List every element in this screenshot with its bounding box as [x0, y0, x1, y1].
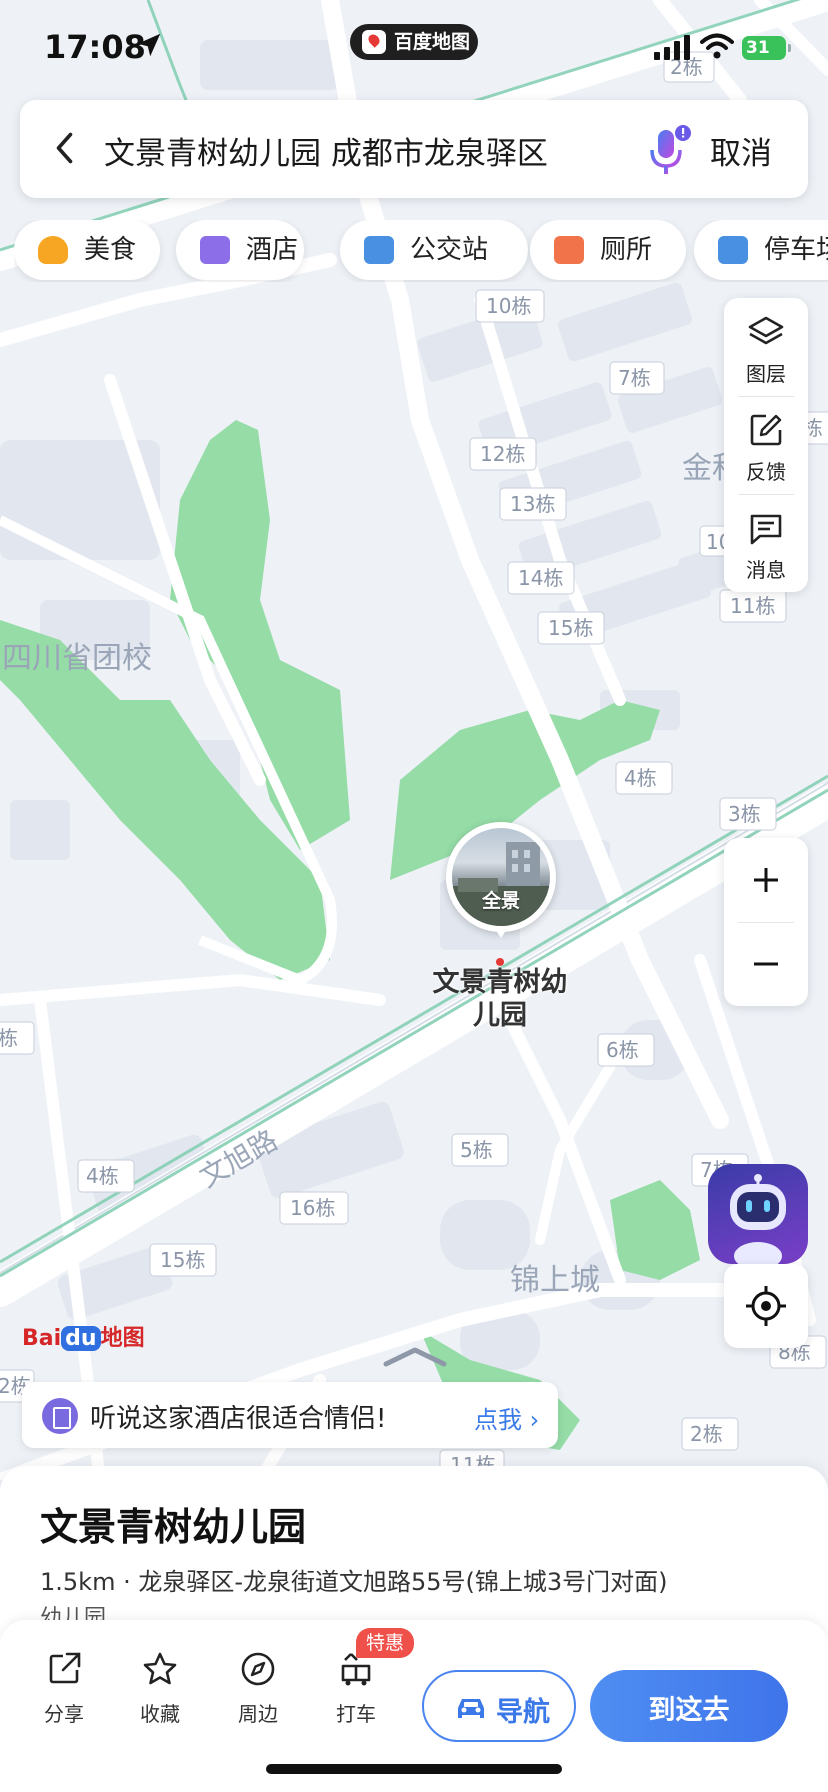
promo-banner[interactable]: 听说这家酒店很适合情侣! 点我 › — [22, 1382, 558, 1448]
location-arrow-icon — [137, 33, 161, 57]
svg-text:16栋: 16栋 — [290, 1196, 335, 1220]
panorama-thumbnail[interactable]: 全景 — [446, 822, 556, 938]
chip-parking[interactable]: 停车场 — [694, 220, 828, 280]
discount-badge: 特惠 — [356, 1628, 415, 1658]
plus-icon — [754, 868, 778, 892]
message-icon — [750, 514, 782, 545]
svg-text:15栋: 15栋 — [548, 616, 593, 640]
car-icon — [458, 1699, 484, 1718]
app-brand-pill: 百度地图 — [350, 24, 478, 60]
building-label: 3栋 — [719, 797, 777, 831]
place-title: 文景青树幼儿园 — [40, 1505, 307, 1549]
svg-text:3栋: 3栋 — [728, 802, 761, 826]
star-icon — [143, 1652, 177, 1685]
signal-icon — [654, 35, 690, 60]
food-icon — [38, 236, 68, 264]
layers-button[interactable]: 图层 — [724, 298, 808, 394]
svg-text:4栋: 4栋 — [86, 1164, 119, 1188]
share-button[interactable]: 分享 — [22, 1650, 106, 1727]
ai-assistant-button[interactable] — [708, 1164, 808, 1264]
status-bar: 17:08 百度地图 31 — [0, 0, 828, 92]
category-chips: 美食 酒店 公交站 厕所 停车场 — [14, 220, 828, 282]
building-label: 16栋 — [279, 1191, 349, 1225]
locate-me-button[interactable] — [724, 1264, 808, 1348]
nearby-button[interactable]: 周边 — [216, 1650, 300, 1727]
status-time: 17:08 — [44, 28, 146, 66]
building-label: 11栋 — [719, 589, 787, 623]
panel-expand-chevron-icon[interactable] — [380, 1344, 450, 1370]
building-label: 7栋 — [609, 361, 665, 395]
building-label: 2栋 — [681, 1417, 739, 1451]
compass-icon — [241, 1652, 275, 1686]
minus-icon — [754, 962, 778, 966]
zoom-in-button[interactable] — [724, 838, 808, 922]
favorite-button[interactable]: 收藏 — [118, 1650, 202, 1727]
building-label: 14栋 — [507, 561, 575, 595]
home-indicator — [266, 1764, 562, 1774]
building-label: 15栋 — [149, 1243, 217, 1277]
svg-text:6栋: 6栋 — [606, 1038, 639, 1062]
baidu-logo: Bai du 地图 — [22, 1326, 145, 1351]
building-label: 栋 — [0, 1021, 35, 1055]
map-label-mall: 锦上城 — [510, 1263, 600, 1298]
poi-marker-dot — [496, 958, 504, 966]
search-query[interactable]: 文景青树幼儿园 成都市龙泉驿区 — [104, 128, 548, 173]
layers-icon — [748, 316, 784, 345]
toilet-icon — [554, 236, 584, 264]
chip-hotel[interactable]: 酒店 — [176, 220, 304, 280]
hotel-icon — [42, 1398, 78, 1434]
building-label: 6栋 — [597, 1033, 655, 1067]
feedback-edit-icon — [750, 414, 782, 446]
svg-text:12栋: 12栋 — [480, 442, 525, 466]
bus-stop-icon — [364, 236, 394, 264]
svg-text:2栋: 2栋 — [690, 1422, 723, 1446]
robot-icon — [730, 1174, 786, 1264]
navigate-button[interactable]: 导航 — [422, 1670, 576, 1742]
chip-toilet[interactable]: 厕所 — [530, 220, 686, 280]
svg-text:7栋: 7栋 — [618, 366, 651, 390]
cancel-button[interactable]: 取消 — [710, 128, 772, 173]
baidu-map-logo-icon — [362, 30, 386, 54]
promo-text: 听说这家酒店很适合情侣! — [90, 1404, 387, 1434]
svg-text:15栋: 15栋 — [160, 1248, 205, 1272]
svg-text:4栋: 4栋 — [624, 766, 657, 790]
battery-indicator: 31 — [742, 36, 791, 60]
go-here-button[interactable]: 到这去 — [590, 1670, 788, 1742]
panorama-label: 全景 — [481, 890, 520, 912]
zoom-control — [724, 838, 808, 1006]
voice-mic-icon[interactable] — [646, 124, 692, 178]
svg-text:10栋: 10栋 — [486, 294, 531, 318]
building-label: 4栋 — [77, 1159, 135, 1193]
svg-text:11栋: 11栋 — [730, 594, 775, 618]
parking-icon — [718, 236, 748, 264]
share-icon — [49, 1652, 81, 1684]
promo-action-link[interactable]: 点我 › — [474, 1400, 539, 1435]
svg-text:5栋: 5栋 — [460, 1138, 493, 1162]
map-label-school: 四川省团校 — [2, 641, 152, 676]
place-address: 1.5km · 龙泉驿区-龙泉街道文旭路55号(锦上城3号门对面) — [40, 1568, 668, 1596]
search-bar[interactable]: 文景青树幼儿园 成都市龙泉驿区 取消 — [20, 100, 808, 198]
crosshair-icon — [746, 1286, 786, 1326]
back-arrow-icon[interactable] — [48, 130, 84, 166]
zoom-out-button[interactable] — [724, 922, 808, 1006]
building-label: 10栋 — [475, 289, 545, 323]
svg-text:栋: 栋 — [0, 1026, 18, 1050]
place-detail-sheet[interactable]: 文景青树幼儿园 1.5km · 龙泉驿区-龙泉街道文旭路55号(锦上城3号门对面… — [0, 1466, 828, 1792]
building-label: 15栋 — [537, 611, 605, 645]
messages-button[interactable]: 消息 — [724, 494, 808, 590]
chip-food[interactable]: 美食 — [14, 220, 160, 280]
building-label: 4栋 — [615, 761, 673, 795]
building-label: 13栋 — [499, 487, 567, 521]
hotel-icon — [200, 236, 230, 264]
svg-text:13栋: 13栋 — [510, 492, 555, 516]
building-label: 5栋 — [451, 1133, 509, 1167]
wifi-icon — [700, 33, 734, 59]
map-tools-panel: 图层 反馈 消息 — [724, 298, 808, 592]
building-label: 12栋 — [469, 437, 537, 471]
poi-map-label[interactable]: 文景青树幼儿园 — [420, 966, 580, 1032]
taxi-button[interactable]: 打车 — [314, 1650, 398, 1727]
chip-bus-stop[interactable]: 公交站 — [340, 220, 528, 280]
svg-text:14栋: 14栋 — [518, 566, 563, 590]
feedback-button[interactable]: 反馈 — [724, 396, 808, 492]
